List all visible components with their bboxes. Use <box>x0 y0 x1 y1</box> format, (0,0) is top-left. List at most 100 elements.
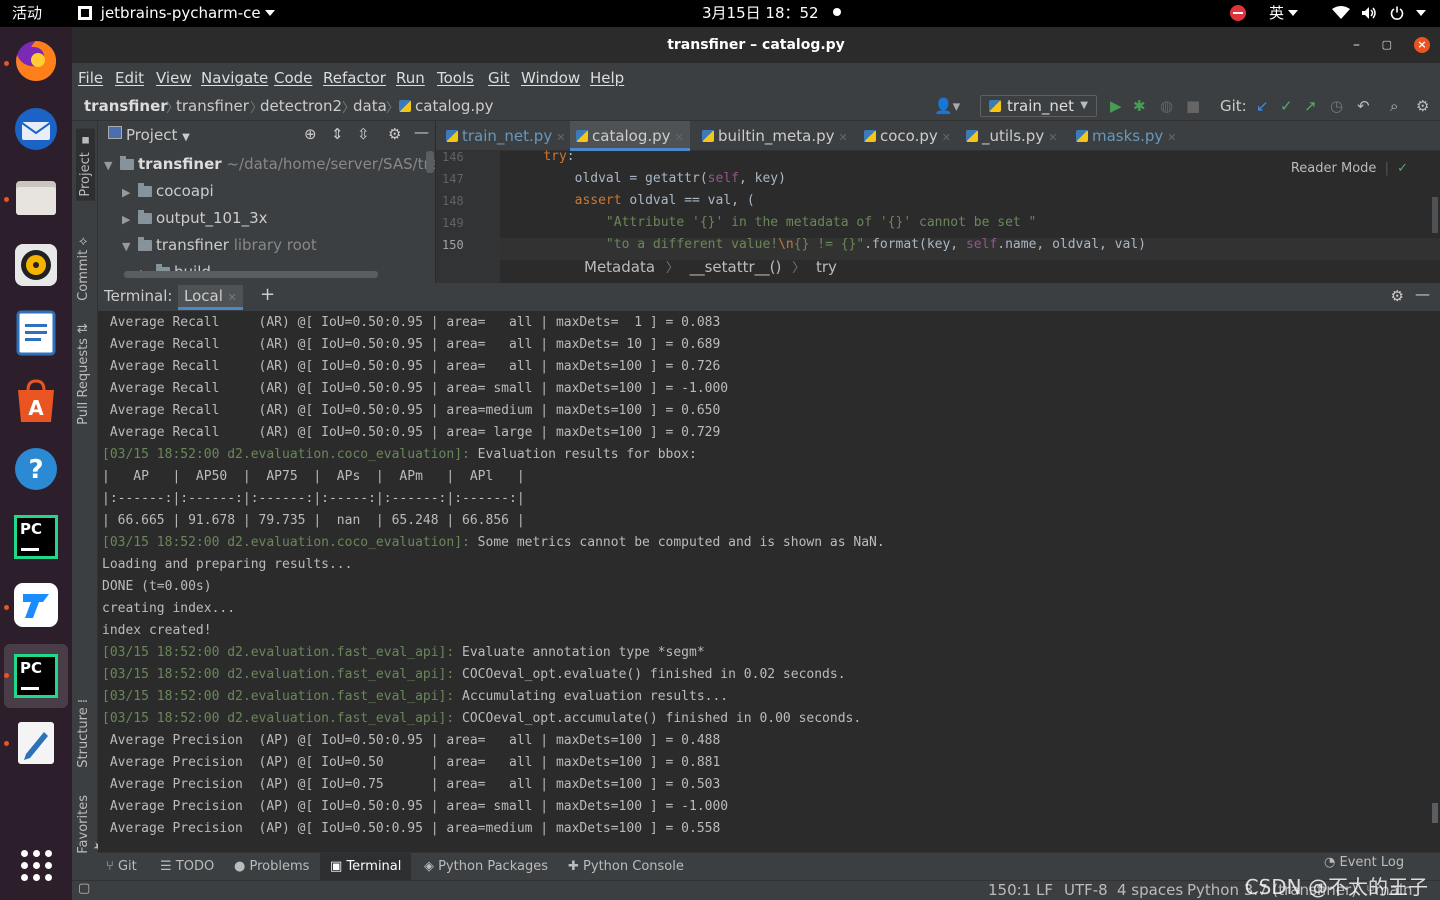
breadcrumb-transfiner[interactable]: transfiner <box>176 97 249 115</box>
minimize-icon[interactable]: – <box>1353 27 1360 63</box>
run-icon[interactable]: ▶ <box>1110 97 1122 115</box>
tool-tab-commit[interactable]: Commit ⟡ <box>76 237 91 301</box>
indent-setting[interactable]: 4 spaces <box>1117 881 1183 899</box>
breadcrumb-project[interactable]: transfiner <box>84 97 168 115</box>
terminal-output[interactable]: Average Recall (AR) @[ IoU=0.50:0.95 | a… <box>98 311 1440 852</box>
menu-window[interactable]: Window <box>521 69 580 87</box>
collapse-all-icon[interactable]: ⇳ <box>357 125 370 143</box>
stop-icon[interactable]: ■ <box>1186 97 1200 115</box>
terminal-tab-local[interactable]: Local ✕ <box>178 285 243 310</box>
close-tab-icon[interactable]: ✕ <box>228 291 237 304</box>
menu-code[interactable]: Code <box>274 69 312 87</box>
user-icon[interactable]: 👤▾ <box>934 97 960 115</box>
pycharm-active-icon[interactable]: PC <box>12 652 60 700</box>
code-line[interactable]: try: <box>512 149 574 164</box>
git-history-icon[interactable]: ◷ <box>1330 97 1343 115</box>
tree-item-cocoapi[interactable]: ▶ cocoapi <box>122 178 214 205</box>
git-update-icon[interactable]: ↙ <box>1256 97 1269 115</box>
project-view-select[interactable]: Project ▼ <box>126 126 190 144</box>
text-editor-icon[interactable] <box>12 719 60 767</box>
code-line[interactable]: "to a different value!\n{} != {}".format… <box>512 237 1146 252</box>
close-tab-icon[interactable]: ✕ <box>942 131 951 144</box>
tab-masks[interactable]: masks.py ✕ <box>1076 121 1177 151</box>
tool-tab-git[interactable]: ⑂ Git <box>106 853 137 881</box>
tab-utils[interactable]: _utils.py ✕ <box>966 121 1057 151</box>
editor-scrollbar[interactable] <box>1432 197 1438 233</box>
terminal-scrollbar[interactable] <box>1432 803 1438 823</box>
tool-tab-python-packages[interactable]: ◈ Python Packages <box>424 853 548 881</box>
caret-position[interactable]: 150:1 <box>988 881 1031 899</box>
search-icon[interactable]: ⌕ <box>1390 97 1398 115</box>
maximize-icon[interactable]: ▢ <box>1382 27 1392 63</box>
tool-tab-pull-requests[interactable]: Pull Requests ⇅ <box>76 323 91 425</box>
new-terminal-icon[interactable]: + <box>260 284 275 305</box>
tree-item-transfiner-lib[interactable]: ▼ transfiner library root <box>122 232 317 259</box>
menu-tools[interactable]: Tools <box>437 69 474 87</box>
close-tab-icon[interactable]: ✕ <box>839 131 848 144</box>
tree-item-output[interactable]: ▶ output_101_3x <box>122 205 268 232</box>
show-applications-icon[interactable] <box>12 841 60 889</box>
code-line[interactable]: assert oldval == val, ( <box>512 193 755 208</box>
settings-icon[interactable]: ⚙ <box>1416 97 1429 115</box>
settings-icon[interactable]: ⚙ <box>388 125 401 143</box>
settings-icon[interactable]: ⚙ <box>1391 287 1404 305</box>
run-configuration-select[interactable]: train_net ▼ <box>980 95 1097 117</box>
file-encoding[interactable]: UTF-8 <box>1064 881 1108 899</box>
files-icon[interactable] <box>12 173 60 221</box>
inspection-ok-icon[interactable]: ✓ <box>1397 161 1408 176</box>
close-tab-icon[interactable]: ✕ <box>1167 131 1176 144</box>
code-line[interactable]: oldval = getattr(self, key) <box>512 171 786 186</box>
tab-catalog[interactable]: catalog.py ✕ <box>570 121 690 151</box>
breadcrumb-method[interactable]: __setattr__() <box>690 258 782 276</box>
breadcrumb-data[interactable]: data <box>353 97 387 115</box>
debug-icon[interactable]: ✱ <box>1133 97 1146 115</box>
hide-panel-icon[interactable]: — <box>414 123 429 141</box>
expand-all-icon[interactable]: ⇕ <box>331 125 344 143</box>
menu-help[interactable]: Help <box>590 69 624 87</box>
menu-refactor[interactable]: Refactor <box>323 69 386 87</box>
clock[interactable]: 3月15日 18：52 <box>702 0 842 27</box>
menu-file[interactable]: File <box>78 69 103 87</box>
menu-run[interactable]: Run <box>396 69 425 87</box>
do-not-disturb-icon[interactable] <box>1230 0 1246 27</box>
tool-tab-python-console[interactable]: ✚ Python Console <box>568 853 684 881</box>
activities-button[interactable]: 活动 <box>12 0 42 27</box>
locate-file-icon[interactable]: ⊕ <box>304 125 317 143</box>
close-tab-icon[interactable]: ✕ <box>1048 131 1057 144</box>
menu-navigate[interactable]: Navigate <box>201 69 268 87</box>
breadcrumb-block[interactable]: try <box>816 258 837 276</box>
breadcrumb-detectron2[interactable]: detectron2 <box>260 97 342 115</box>
tool-tab-structure[interactable]: Structure ⁞ <box>76 699 91 768</box>
line-separator[interactable]: LF <box>1036 881 1053 899</box>
vertical-scrollbar[interactable] <box>426 151 434 173</box>
hide-panel-icon[interactable]: — <box>1415 285 1430 303</box>
libreoffice-writer-icon[interactable] <box>12 309 60 357</box>
app-menu[interactable]: jetbrains-pycharm-ce <box>78 0 275 27</box>
git-commit-icon[interactable]: ✓ <box>1280 97 1293 115</box>
input-method-menu[interactable]: 英 <box>1269 0 1299 27</box>
horizontal-scrollbar[interactable] <box>124 271 378 278</box>
tool-tab-terminal[interactable]: ▣ Terminal <box>320 853 412 881</box>
tool-tab-project[interactable]: Project ▪ <box>76 129 95 201</box>
reader-mode-toggle[interactable]: Reader Mode | ✓ <box>1291 161 1408 176</box>
ubuntu-software-icon[interactable]: A <box>12 377 60 425</box>
todesk-icon[interactable] <box>12 581 60 629</box>
tree-item-transfiner-root[interactable]: ▼ transfiner ~/data/home/server/SAS/trans <box>104 151 435 178</box>
tool-tab-problems[interactable]: ● Problems <box>234 853 309 881</box>
menu-edit[interactable]: Edit <box>115 69 144 87</box>
thunderbird-icon[interactable] <box>12 105 60 153</box>
code-line[interactable]: "Attribute '{}' in the metadata of '{}' … <box>512 215 1036 230</box>
close-tab-icon[interactable]: ✕ <box>675 131 684 144</box>
tab-coco[interactable]: coco.py ✕ <box>864 121 951 151</box>
help-icon[interactable]: ? <box>12 445 60 493</box>
close-icon[interactable]: × <box>1414 37 1430 53</box>
pycharm-icon[interactable]: PC <box>12 513 60 561</box>
toggle-tool-windows-icon[interactable]: ▢ <box>78 881 90 896</box>
git-push-icon[interactable]: ↗ <box>1304 97 1317 115</box>
coverage-icon[interactable]: ◍ <box>1160 97 1173 115</box>
firefox-icon[interactable] <box>12 37 60 85</box>
rollback-icon[interactable]: ↶ <box>1357 97 1370 115</box>
menu-git[interactable]: Git <box>488 69 510 87</box>
breadcrumb-class[interactable]: Metadata <box>584 258 655 276</box>
rhythmbox-icon[interactable] <box>12 241 60 289</box>
